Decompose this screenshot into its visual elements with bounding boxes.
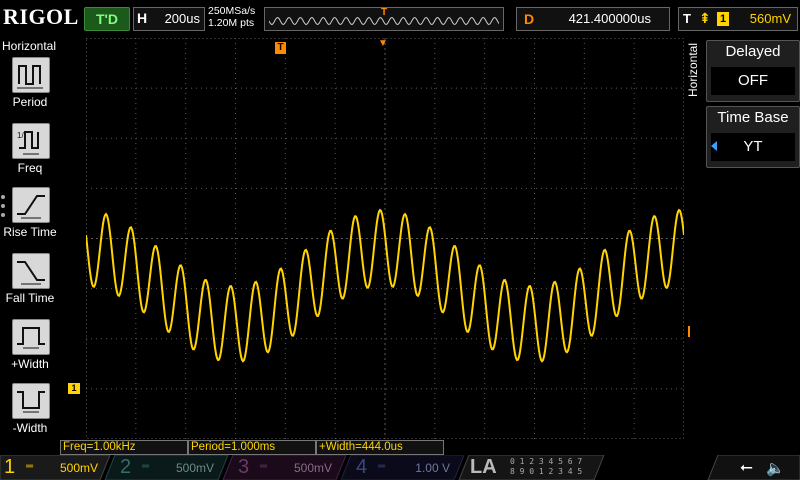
top-status-bar: RIGOL T'D H 200us 250MSa/s 1.20M pts T D… bbox=[0, 0, 800, 36]
positive-width-label: +Width bbox=[11, 357, 49, 371]
center-marker-icon: ▼ bbox=[378, 38, 388, 49]
horizontal-key: H bbox=[137, 10, 148, 26]
trigger-source-badge: 1 bbox=[717, 12, 729, 26]
ch1-trace bbox=[86, 208, 684, 363]
horizontal-menu: Horizontal Delayed OFF Time Base YT bbox=[686, 37, 800, 440]
measure-menu: Horizontal Period 1/ Freq Rise Time Fall… bbox=[0, 37, 60, 440]
ch4-number: 4 bbox=[356, 456, 368, 478]
time-base-softkey[interactable]: Time Base YT bbox=[706, 106, 800, 168]
la-label: LA bbox=[470, 456, 497, 478]
la-channel-bits: 0 1 2 3 4 5 6 7 8 9 0 1 2 3 4 5 bbox=[510, 457, 600, 479]
measurement-results: Freq=1.00kHz Period=1.000ms +Width=444.0… bbox=[60, 440, 690, 455]
delay-value: 421.400000us bbox=[568, 11, 651, 26]
measure-freq-button[interactable]: 1/ Freq bbox=[0, 123, 60, 185]
ch3-tab[interactable]: 3 ═ 500mV bbox=[234, 455, 340, 480]
memory-points: 1.20M pts bbox=[208, 17, 255, 29]
ch2-scale: 500mV bbox=[175, 461, 214, 475]
rise-time-label: Rise Time bbox=[3, 225, 57, 239]
option-arrow-icon bbox=[711, 141, 717, 151]
measure-fall-time-button[interactable]: Fall Time bbox=[0, 253, 60, 315]
memory-waveform-thumbnail bbox=[269, 16, 499, 26]
measurement-freq[interactable]: Freq=1.00kHz bbox=[60, 440, 188, 455]
ch4-tab[interactable]: 4 ═ 1.00 V bbox=[352, 455, 458, 480]
rising-edge-icon: ⇞ bbox=[699, 10, 711, 26]
svg-text:1/: 1/ bbox=[17, 131, 24, 140]
ch4-scale: 1.00 V bbox=[415, 461, 450, 475]
ch1-waveform bbox=[86, 208, 684, 363]
period-label: Period bbox=[12, 95, 48, 109]
rise-time-icon bbox=[12, 187, 50, 223]
ch2-coupling-icon: ═ bbox=[142, 461, 150, 472]
memory-thumbnail-trace bbox=[269, 16, 499, 26]
memory-overview: T bbox=[264, 7, 504, 31]
ch3-number: 3 bbox=[238, 456, 250, 478]
la-tab[interactable]: LA bbox=[460, 455, 510, 480]
delayed-softkey[interactable]: Delayed OFF bbox=[706, 40, 800, 102]
horizontal-scale-box[interactable]: H 200us bbox=[133, 7, 205, 31]
measure-menu-title: Horizontal bbox=[2, 39, 57, 53]
period-icon bbox=[12, 57, 50, 93]
negative-width-icon bbox=[12, 383, 50, 419]
trigger-position-marker[interactable]: T bbox=[275, 42, 286, 54]
freq-label: Freq bbox=[17, 161, 43, 175]
ch2-number: 2 bbox=[120, 456, 132, 478]
ch2-tab[interactable]: 2 ═ 500mV bbox=[116, 455, 222, 480]
ch3-scale: 500mV bbox=[293, 461, 332, 475]
negative-width-label: -Width bbox=[12, 421, 48, 435]
channel-bar: 1 ═ 500mV 2 ═ 500mV 3 ═ 500mV 4 ═ 1.00 V… bbox=[0, 455, 800, 480]
measurement-period[interactable]: Period=1.000ms bbox=[188, 440, 316, 455]
time-base-value: YT bbox=[711, 133, 795, 161]
fall-time-icon bbox=[12, 253, 50, 289]
ch1-tab[interactable]: 1 ═ 500mV bbox=[0, 455, 106, 480]
ch1-coupling-icon: ═ bbox=[26, 461, 34, 472]
delayed-label: Delayed bbox=[725, 43, 781, 60]
measure-period-button[interactable]: Period bbox=[0, 57, 60, 119]
ch4-coupling-icon: ═ bbox=[378, 461, 386, 472]
usb-icon: ⭠ bbox=[740, 459, 753, 476]
horizontal-scale-value: 200us bbox=[164, 11, 200, 26]
trigger-status-badge[interactable]: T'D bbox=[84, 7, 130, 31]
trigger-level-value: 560mV bbox=[749, 11, 791, 26]
delayed-value: OFF bbox=[711, 67, 795, 95]
measure-rise-time-button[interactable]: Rise Time bbox=[0, 187, 60, 249]
freq-icon: 1/ bbox=[12, 123, 50, 159]
measure-negative-width-button[interactable]: -Width bbox=[0, 383, 60, 445]
horizontal-menu-title: Horizontal bbox=[686, 42, 700, 97]
ch1-number: 1 bbox=[4, 456, 16, 478]
la-bits-row-2: 8 9 0 1 2 3 4 5 bbox=[510, 467, 583, 476]
ch1-offset-marker[interactable]: 1 bbox=[68, 383, 80, 394]
time-base-label: Time Base bbox=[717, 109, 789, 126]
ch3-coupling-icon: ═ bbox=[260, 461, 268, 472]
sampling-info: 250MSa/s 1.20M pts bbox=[208, 5, 255, 29]
positive-width-icon bbox=[12, 319, 50, 355]
sample-rate: 250MSa/s bbox=[208, 5, 256, 17]
la-bits-row-1: 0 1 2 3 4 5 6 7 bbox=[510, 457, 583, 466]
fall-time-label: Fall Time bbox=[5, 291, 55, 305]
measure-positive-width-button[interactable]: +Width bbox=[0, 319, 60, 381]
ch1-scale: 500mV bbox=[59, 461, 98, 475]
measurement-positive-width[interactable]: +Width=444.0us bbox=[316, 440, 444, 455]
delay-key: D bbox=[524, 11, 535, 27]
brand-logo: RIGOL bbox=[3, 4, 79, 29]
speaker-muted-icon[interactable]: 🔈 bbox=[766, 459, 785, 477]
delay-box[interactable]: D 421.400000us bbox=[516, 7, 670, 31]
